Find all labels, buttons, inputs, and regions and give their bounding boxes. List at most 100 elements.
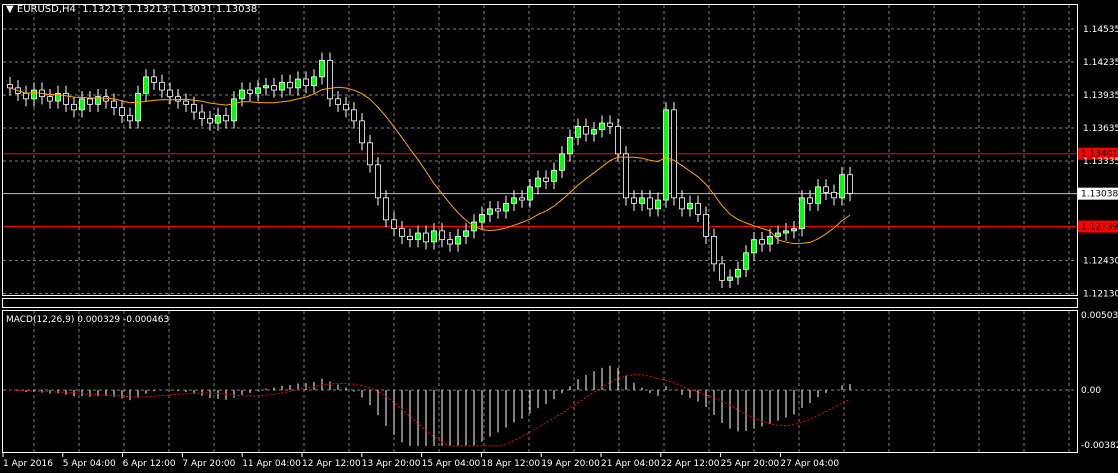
- price-tick-label: 1.14535: [1083, 25, 1118, 35]
- bull-candle: [535, 177, 541, 188]
- bear-candle: [327, 59, 333, 100]
- bull-candle: [255, 87, 261, 94]
- bull-candle: [215, 114, 221, 124]
- current-price-label: 1.13038: [1081, 190, 1118, 200]
- bear-candle: [375, 164, 381, 199]
- macd-axis: 0.005033 0.00 -0.003823: [1081, 311, 1118, 451]
- bull-candle: [655, 199, 661, 210]
- separator-panel: [2, 298, 1078, 308]
- bull-candle: [135, 92, 141, 122]
- bear-candle: [703, 213, 709, 237]
- bear-candle: [671, 109, 677, 199]
- time-tick-label: 27 Apr 04:00: [780, 459, 839, 469]
- macd-signal-line: [9, 374, 851, 447]
- bear-candle: [335, 98, 341, 105]
- bear-candle: [759, 239, 765, 245]
- bear-candle: [271, 85, 277, 91]
- bull-candle: [503, 202, 509, 212]
- bear-candle: [111, 100, 117, 109]
- bear-candle: [391, 219, 397, 230]
- bear-candle: [647, 197, 653, 210]
- price-panel-border: [2, 4, 1078, 296]
- bear-candle: [127, 114, 133, 122]
- bear-candle: [87, 98, 93, 105]
- bear-candle: [183, 100, 189, 105]
- macd-panel-border: [2, 310, 1078, 453]
- bear-candle: [191, 103, 197, 113]
- bear-candle: [719, 263, 725, 281]
- time-tick-label: 15 Apr 04:00: [422, 459, 481, 469]
- bear-candle: [439, 230, 445, 241]
- time-tick-label: 7 Apr 20:00: [182, 459, 235, 469]
- bear-candle: [631, 197, 637, 204]
- bull-candle: [743, 252, 749, 270]
- bull-candle: [31, 89, 37, 100]
- time-tick-label: 11 Apr 04:00: [242, 459, 301, 469]
- bull-candle: [319, 59, 325, 78]
- time-tick-label: 6 Apr 12:00: [123, 459, 176, 469]
- bear-candle: [383, 197, 389, 221]
- bull-candle: [767, 235, 773, 245]
- bull-candle: [295, 78, 301, 89]
- bear-candle: [407, 235, 413, 241]
- bear-candle: [399, 228, 405, 237]
- bull-candle: [415, 232, 421, 241]
- bull-candle: [663, 109, 669, 201]
- bull-candle: [487, 208, 493, 215]
- bear-candle: [247, 89, 253, 94]
- bull-candle: [775, 232, 781, 237]
- bull-candle: [591, 129, 597, 135]
- bull-candle: [687, 202, 693, 210]
- bull-candle: [455, 235, 461, 245]
- bear-candle: [831, 191, 837, 199]
- price-tick-label: 1.12130: [1083, 290, 1118, 300]
- bear-candle: [823, 186, 829, 193]
- bull-candle: [639, 197, 645, 204]
- bull-candle: [431, 230, 437, 243]
- macd-tick-label: 0.005033: [1081, 311, 1118, 321]
- bear-candle: [207, 118, 213, 124]
- bear-candle: [23, 92, 29, 100]
- bull-candle: [479, 213, 485, 223]
- bear-candle: [807, 197, 813, 204]
- bear-candle: [367, 142, 373, 166]
- bear-candle: [351, 109, 357, 122]
- bull-candle: [559, 153, 565, 171]
- price-chart[interactable]: 1.134011.127391.13038 1.145351.142351.13…: [0, 0, 1118, 473]
- bull-candle: [815, 186, 821, 204]
- time-tick-label: 18 Apr 12:00: [481, 459, 540, 469]
- bear-candle: [287, 81, 293, 89]
- bear-candle: [519, 197, 525, 201]
- bull-candle: [279, 81, 285, 91]
- bull-candle: [567, 136, 573, 155]
- price-tick-label: 1.13335: [1083, 157, 1118, 167]
- time-axis: 1 Apr 2016 5 Apr 04:00 6 Apr 12:00 7 Apr 20…: [2, 453, 839, 469]
- bear-candle: [223, 114, 229, 122]
- price-tick-label: 1.14235: [1083, 58, 1118, 68]
- bull-candle: [575, 125, 581, 138]
- macd-label: MACD(12,26,9) 0.000329 -0.000463: [6, 315, 169, 325]
- time-tick-label: 5 Apr 04:00: [63, 459, 116, 469]
- macd-tick-label: 0.00: [1081, 386, 1101, 396]
- time-tick-label: 21 Apr 04:00: [601, 459, 660, 469]
- bear-candle: [199, 111, 205, 120]
- time-tick-label: 19 Apr 20:00: [541, 459, 600, 469]
- bear-candle: [47, 96, 53, 102]
- bull-candle: [599, 122, 605, 131]
- bear-candle: [303, 78, 309, 87]
- bull-candle: [231, 98, 237, 122]
- bull-candle: [263, 85, 269, 89]
- bull-candle: [527, 186, 533, 201]
- bull-candle: [239, 89, 245, 100]
- bear-candle: [159, 81, 165, 91]
- bear-candle: [695, 202, 701, 215]
- price-axis: 1.14535 1.14235 1.13935 1.13635 1.13335 1.124…: [1083, 25, 1118, 300]
- bear-candle: [71, 103, 77, 111]
- bull-candle: [783, 230, 789, 234]
- bear-candle: [359, 120, 365, 144]
- bear-candle: [847, 174, 853, 194]
- bull-candle: [79, 98, 85, 111]
- bull-candle: [463, 230, 469, 237]
- bear-candle: [151, 76, 157, 83]
- bear-candle: [583, 125, 589, 135]
